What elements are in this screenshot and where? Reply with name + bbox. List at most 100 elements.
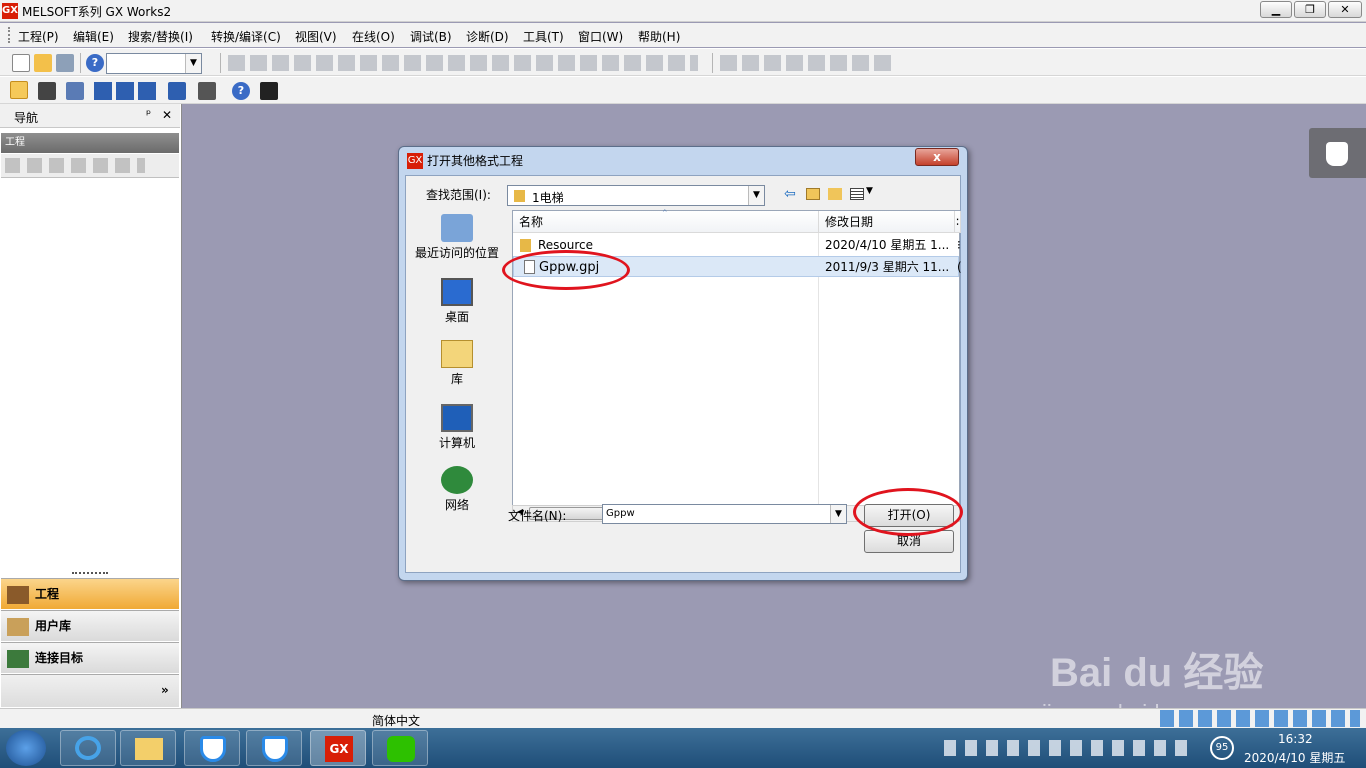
taskbar-ie[interactable] [60, 730, 116, 766]
place-network[interactable]: 网络 [409, 466, 505, 513]
up-folder-icon[interactable] [806, 188, 820, 200]
close-icon[interactable]: ✕ [162, 108, 172, 122]
start-button[interactable] [6, 730, 46, 766]
menu-online[interactable]: 在线(O) [352, 28, 395, 45]
desktop-icon [441, 278, 473, 306]
new-folder-icon[interactable] [828, 188, 842, 200]
splitter-grip-icon[interactable] [72, 572, 108, 575]
menu-edit[interactable]: 编辑(E) [73, 28, 114, 45]
column-more[interactable]: ∶ [955, 211, 961, 233]
clock-date[interactable]: 2020/4/10 星期五 [1244, 749, 1345, 766]
wechat-icon [387, 736, 415, 762]
place-library[interactable]: 库 [409, 340, 505, 387]
menu-search-replace[interactable]: 搜索/替换(I) [128, 28, 193, 45]
menu-view[interactable]: 视图(V) [295, 28, 337, 45]
lookin-value: 1电梯 [532, 191, 564, 205]
help-icon[interactable]: ? [86, 54, 104, 72]
chevron-down-icon[interactable]: ▼ [830, 505, 846, 523]
nav-tab-label: 用户库 [35, 619, 72, 633]
close-window-button[interactable]: ✕ [1328, 1, 1362, 18]
grip-icon [8, 27, 10, 43]
menu-help[interactable]: 帮助(H) [638, 28, 680, 45]
menu-debug[interactable]: 调试(B) [410, 28, 452, 45]
app-logo: GX [2, 3, 18, 19]
taskbar: GX 95 16:32 2020/4/10 星期五 [0, 728, 1366, 768]
tray-badge[interactable]: 95 [1210, 736, 1234, 760]
pin-icon[interactable]: ᵖ [146, 107, 151, 121]
back-icon[interactable]: ⇦ [784, 186, 796, 202]
maximize-button[interactable]: ❐ [1294, 1, 1326, 18]
taskbar-security-1[interactable] [184, 730, 240, 766]
dialog-logo: GX [407, 153, 423, 169]
place-computer[interactable]: 计算机 [409, 404, 505, 451]
folder-icon [135, 738, 163, 760]
toolbar-view: ? [0, 76, 1366, 104]
nav-tab-project[interactable]: 工程 [1, 578, 179, 609]
place-label: 计算机 [438, 436, 475, 450]
open-folder-icon[interactable] [34, 54, 52, 72]
ime-toolbar-icons[interactable] [1160, 710, 1360, 727]
highlight-ellipse-file [502, 250, 630, 290]
window-title: MELSOFT系列 GX Works2 [22, 5, 172, 19]
list-icon[interactable] [66, 82, 84, 100]
filename-combo[interactable]: Gppw ▼ [602, 504, 847, 524]
help-icon[interactable]: ? [232, 82, 250, 100]
menu-project[interactable]: 工程(P) [18, 28, 59, 45]
view-menu-icon[interactable] [850, 188, 864, 200]
tray-icons[interactable] [944, 740, 1194, 756]
file-extra: ( [957, 260, 962, 274]
device-monitor-icon[interactable] [168, 82, 186, 100]
save-icon[interactable] [56, 54, 74, 72]
column-modified[interactable]: 修改日期 [819, 211, 955, 233]
ladder-tool-icons[interactable] [720, 55, 892, 71]
chevron-down-icon[interactable]: ▼ [185, 54, 201, 73]
device-search-icon[interactable] [198, 82, 216, 100]
nav-more-button[interactable]: » [1, 674, 179, 707]
library-icon [441, 340, 473, 368]
navigation-header: 导航 ᵖ ✕ [0, 104, 180, 128]
dialog-close-button[interactable]: x [915, 148, 959, 166]
folder-icon [514, 190, 525, 202]
place-recent[interactable]: 最近访问的位置 [409, 214, 505, 261]
project-tool-icons[interactable] [5, 158, 145, 173]
gxworks-icon: GX [325, 736, 353, 762]
lookin-combo[interactable]: 1电梯 ▼ [507, 185, 765, 206]
taskbar-wechat[interactable] [372, 730, 428, 766]
clock-time[interactable]: 16:32 [1278, 732, 1313, 746]
project-tools [1, 154, 179, 178]
connection-icon [7, 650, 29, 668]
device-icons[interactable] [94, 82, 160, 100]
toolbar-combo[interactable]: ▼ [106, 53, 202, 74]
nav-tab-connection[interactable]: 连接目标 [1, 642, 179, 673]
library-icon [7, 618, 29, 636]
menu-tools[interactable]: 工具(T) [523, 28, 564, 45]
usb-icon [1326, 142, 1348, 166]
minimize-button[interactable]: ▁ [1260, 1, 1292, 18]
side-panel-tab[interactable] [1309, 128, 1366, 178]
chevron-down-icon[interactable]: ▼ [866, 186, 873, 196]
highlight-ellipse-open [853, 488, 963, 536]
taskbar-security-2[interactable] [246, 730, 302, 766]
internet-explorer-icon [75, 736, 101, 760]
menu-bar: 工程(P) 编辑(E) 搜索/替换(I) 转换/编译(C) 视图(V) 在线(O… [0, 23, 1366, 47]
menu-diagnostics[interactable]: 诊断(D) [466, 28, 509, 45]
menu-convert-compile[interactable]: 转换/编译(C) [211, 28, 281, 45]
edit-tool-icons[interactable] [228, 55, 698, 71]
module-icon[interactable] [38, 82, 56, 100]
chevron-down-icon[interactable]: ▼ [748, 186, 764, 205]
taskbar-gxworks[interactable]: GX [310, 730, 366, 766]
taskbar-explorer[interactable] [120, 730, 176, 766]
sort-arrow-icon: ⌃ [661, 209, 669, 219]
place-desktop[interactable]: 桌面 [409, 278, 505, 325]
nav-tab-label: 工程 [35, 587, 60, 601]
place-label: 桌面 [444, 310, 469, 324]
navigation-icon[interactable] [10, 81, 28, 99]
nav-tab-user-library[interactable]: 用户库 [1, 610, 179, 641]
lookin-label: 查找范围(I): [426, 188, 491, 202]
binoculars-icon[interactable] [260, 82, 278, 100]
menu-window[interactable]: 窗口(W) [578, 28, 623, 45]
filename-input[interactable]: Gppw [606, 508, 635, 519]
new-icon[interactable] [12, 54, 30, 72]
navigation-title: 导航 [14, 111, 39, 125]
project-icon [7, 586, 29, 604]
